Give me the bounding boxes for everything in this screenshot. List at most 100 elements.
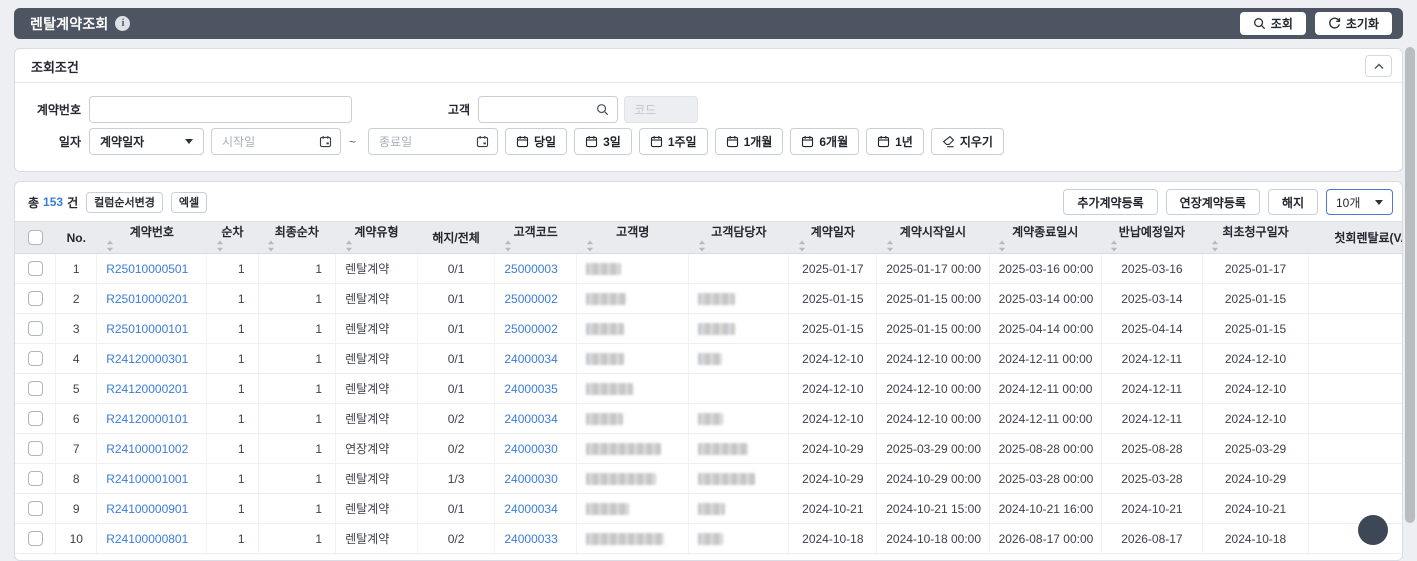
contract_no-link[interactable]: R24120000301 [106,352,188,366]
contract_no-link[interactable]: R25010000101 [106,322,188,336]
sort-icon[interactable] [106,240,114,252]
customer_code-link[interactable]: 24000030 [504,442,557,456]
column-header-seq[interactable]: 순차 [206,221,258,254]
sort-icon[interactable] [1211,240,1219,252]
row-checkbox[interactable] [27,381,43,397]
row-checkbox[interactable] [27,441,43,457]
column-header-contract_type[interactable]: 계약유형 [335,221,418,254]
column-order-button[interactable]: 컬럼순서변경 [86,191,163,213]
quick-range-button[interactable]: 1개월 [714,128,784,155]
column-header-first_billing_date[interactable]: 최초청구일자 [1202,221,1309,254]
customer_code-link[interactable]: 25000002 [504,292,557,306]
column-header-customer_code[interactable]: 고객코드 [494,221,577,254]
column-header-customer_manager[interactable]: 고객담당자 [688,221,789,254]
calendar-icon[interactable] [319,135,332,148]
row-checkbox[interactable] [27,501,43,517]
search-icon [1253,18,1265,30]
customer-input[interactable] [487,101,593,118]
sort-icon[interactable] [504,240,512,252]
add-contract-button[interactable]: 추가계약등록 [1063,189,1158,215]
date-type-select[interactable]: 계약일자 [89,128,204,155]
page-size-select[interactable]: 10개 [1326,189,1393,215]
customer_code-link[interactable]: 24000030 [504,472,557,486]
contract_no-link[interactable]: R25010000201 [106,292,188,306]
customer_code-link[interactable]: 24000034 [504,502,557,516]
column-header-contract_date[interactable]: 계약일자 [788,221,877,254]
reset-button[interactable]: 초기화 [1314,12,1392,35]
contract_no-link[interactable]: R25010000501 [106,262,188,276]
cell-no: 10 [55,523,98,554]
quick-range-button[interactable]: 3일 [574,128,632,155]
column-header-return_due_date[interactable]: 반납예정일자 [1101,221,1203,254]
contract-no-input[interactable] [89,96,352,123]
search-button[interactable]: 조회 [1239,12,1306,35]
sort-icon[interactable] [886,240,894,252]
cell-customer_manager [688,493,790,524]
customer_code-link[interactable]: 24000034 [504,352,557,366]
column-header-end_datetime[interactable]: 계약종료일시 [989,221,1102,254]
row-checkbox[interactable] [27,291,43,307]
quick-range-button[interactable]: 1년 [866,128,924,155]
scrollbar-thumb[interactable] [1405,47,1415,523]
column-header-start_datetime[interactable]: 계약시작일시 [876,221,990,254]
contract_no-link[interactable]: R24100001002 [106,442,188,456]
customer_code-link[interactable]: 24000034 [504,412,557,426]
row-checkbox[interactable] [27,321,43,337]
row-checkbox[interactable] [27,351,43,367]
row-checkbox[interactable] [27,471,43,487]
collapse-panel-button[interactable] [1365,55,1392,77]
cell-contract_date: 2025-01-15 [788,283,878,314]
column-header-customer_name[interactable]: 고객명 [576,221,689,254]
info-icon[interactable]: i [115,16,131,31]
contract_no-link[interactable]: R24100000801 [106,532,188,546]
filter-panel-title: 조회조건 [31,59,79,75]
quick-range-button[interactable]: 당일 [505,128,568,155]
sort-icon[interactable] [998,240,1006,252]
contract_no-link[interactable]: R24120000201 [106,382,188,396]
cell-customer_manager [688,403,790,434]
sort-icon[interactable] [1110,240,1118,252]
excel-button[interactable]: 엑셀 [170,191,208,213]
sort-icon[interactable] [267,240,275,252]
cell-contract_no: R25010000501 [96,253,208,284]
end-date-wrap [368,128,499,155]
cell-contract_type: 렌탈계약 [335,493,418,524]
refresh-icon [1329,17,1340,29]
cell-customer_name [576,523,690,554]
column-header-last_seq[interactable]: 최종순차 [258,221,336,254]
cell-terminated_total: 0/1 [417,283,496,314]
row-checkbox[interactable] [27,531,43,547]
start-date-input[interactable] [220,133,315,150]
select-all-checkbox[interactable] [27,230,43,246]
contract_no-link[interactable]: R24100000901 [106,502,188,516]
contract_no-link[interactable]: R24120000101 [106,412,188,426]
sort-icon[interactable] [798,240,806,252]
quick-range-button-label: 3일 [603,135,621,149]
row-checkbox[interactable] [27,261,43,277]
extend-contract-button[interactable]: 연장계약등록 [1165,189,1260,215]
sort-icon[interactable] [216,240,224,252]
sort-icon[interactable] [586,240,594,252]
quick-range-button[interactable]: 6개월 [790,128,860,155]
customer_code-link[interactable]: 25000002 [504,322,557,336]
cell-start_datetime: 2025-01-17 00:00 [876,253,990,284]
row-checkbox[interactable] [27,411,43,427]
floating-action-button[interactable] [1358,515,1388,545]
sort-icon[interactable] [345,240,353,252]
sort-icon[interactable] [698,240,706,252]
customer_code-link[interactable]: 24000035 [504,382,557,396]
clear-date-button[interactable]: 지우기 [930,128,1004,155]
vertical-scrollbar[interactable] [1403,0,1417,523]
quick-range-button-label: 1주일 [667,135,697,149]
terminate-button[interactable]: 해지 [1267,189,1318,215]
search-icon[interactable] [596,103,609,116]
calendar-icon[interactable] [476,135,489,148]
customer_code-link[interactable]: 24000033 [504,532,557,546]
customer_code-link[interactable]: 25000003 [504,262,557,276]
page-title: 렌탈계약조회 [30,15,109,32]
quick-range-button[interactable]: 1주일 [638,128,708,155]
end-date-input[interactable] [377,133,473,150]
contract_no-link[interactable]: R24100001001 [106,472,188,486]
column-header-no: No. [55,221,97,254]
column-header-contract_no[interactable]: 계약번호 [96,221,207,254]
